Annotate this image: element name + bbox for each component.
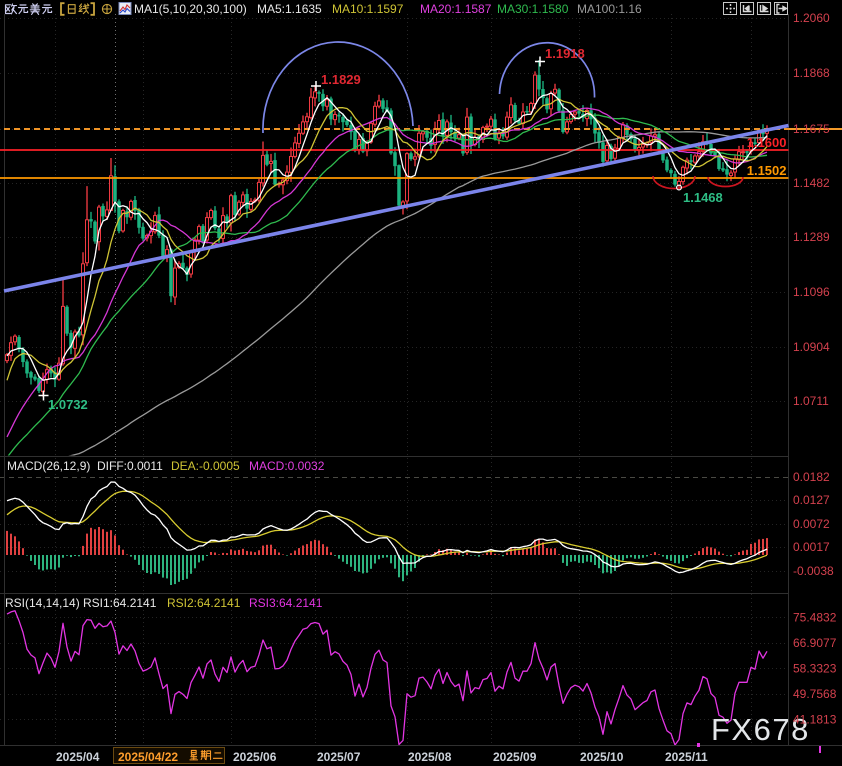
svg-text:MA5:1.1635: MA5:1.1635 xyxy=(257,2,322,16)
svg-text:1.1289: 1.1289 xyxy=(793,230,830,244)
svg-text:1.2060: 1.2060 xyxy=(793,11,830,25)
svg-text:1.1096: 1.1096 xyxy=(793,285,830,299)
svg-text:DIFF:0.0011: DIFF:0.0011 xyxy=(97,459,163,473)
svg-text:-0.0038: -0.0038 xyxy=(793,564,834,578)
svg-text:2025/04: 2025/04 xyxy=(56,750,100,764)
svg-text:49.7568: 49.7568 xyxy=(793,687,837,701)
svg-text:0.0127: 0.0127 xyxy=(793,493,830,507)
svg-text:1.0711: 1.0711 xyxy=(793,394,829,408)
svg-text:1.1918: 1.1918 xyxy=(545,46,585,61)
svg-text:MA1(5,10,20,30,100): MA1(5,10,20,30,100) xyxy=(134,2,247,16)
svg-text:1.1502: 1.1502 xyxy=(747,163,787,178)
svg-text:1.1675: 1.1675 xyxy=(793,122,830,136)
svg-text:2025/10: 2025/10 xyxy=(580,750,624,764)
svg-text:MACD:0.0032: MACD:0.0032 xyxy=(249,459,325,473)
svg-text:1.1868: 1.1868 xyxy=(793,66,830,80)
svg-text:0.0017: 0.0017 xyxy=(793,540,830,554)
svg-text:MA10:1.1597: MA10:1.1597 xyxy=(332,2,404,16)
svg-text:MACD(26,12,9): MACD(26,12,9) xyxy=(7,459,90,473)
svg-text:MA20:1.1587: MA20:1.1587 xyxy=(420,2,492,16)
svg-text:RSI3:64.2141: RSI3:64.2141 xyxy=(249,596,323,610)
svg-text:2025/07: 2025/07 xyxy=(317,750,361,764)
svg-text:1.1482: 1.1482 xyxy=(793,176,830,190)
svg-text:MA30:1.1580: MA30:1.1580 xyxy=(497,2,569,16)
svg-text:58.3323: 58.3323 xyxy=(793,662,837,676)
svg-text:1.0732: 1.0732 xyxy=(48,397,88,412)
svg-text:1.1468: 1.1468 xyxy=(683,190,723,205)
svg-text:RSI(14,14,14): RSI(14,14,14) xyxy=(5,596,80,610)
svg-text:MA100:1.16: MA100:1.16 xyxy=(577,2,642,16)
svg-text:41.1813: 41.1813 xyxy=(793,713,837,727)
svg-text:75.4832: 75.4832 xyxy=(793,611,837,625)
svg-text:RSI1:64.2141: RSI1:64.2141 xyxy=(83,596,157,610)
svg-text:DEA:-0.0005: DEA:-0.0005 xyxy=(171,459,240,473)
svg-text:0.0182: 0.0182 xyxy=(793,470,830,484)
svg-text:1.1600: 1.1600 xyxy=(747,135,787,150)
svg-text:2025/06: 2025/06 xyxy=(233,750,277,764)
svg-text:2025/08: 2025/08 xyxy=(408,750,452,764)
svg-text:1.0904: 1.0904 xyxy=(793,340,830,354)
svg-text:66.9077: 66.9077 xyxy=(793,636,837,650)
svg-text:1.1829: 1.1829 xyxy=(321,72,361,87)
svg-text:2025/04/22: 2025/04/22 xyxy=(118,750,178,764)
svg-text:2025/09: 2025/09 xyxy=(493,750,537,764)
svg-text:0.0072: 0.0072 xyxy=(793,517,830,531)
svg-text:RSI2:64.2141: RSI2:64.2141 xyxy=(167,596,241,610)
svg-text:2025/11: 2025/11 xyxy=(665,750,708,764)
